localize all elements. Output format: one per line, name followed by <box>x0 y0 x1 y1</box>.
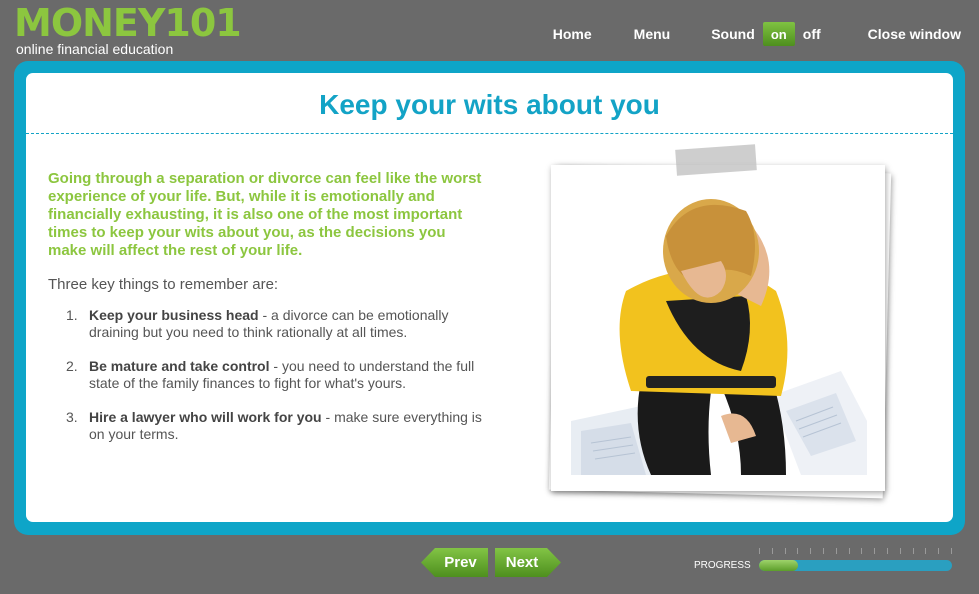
list-item: 1. Keep your business head - a divorce c… <box>66 307 496 341</box>
close-window-link[interactable]: Close window <box>868 26 961 42</box>
progress-ticks <box>759 548 952 555</box>
progress-tick <box>861 548 863 554</box>
photo-card <box>551 165 885 491</box>
list-item-heading: Be mature and take control <box>89 358 270 374</box>
list-number: 3. <box>66 409 78 425</box>
intro-paragraph: Going through a separation or divorce ca… <box>48 170 482 259</box>
prev-button[interactable]: Prev <box>421 548 488 577</box>
progress-fill <box>759 560 798 571</box>
progress-label: PROGRESS <box>694 560 751 571</box>
progress-tick <box>912 548 914 554</box>
list-item-text: Be mature and take control - you need to… <box>89 358 496 392</box>
money101-logo: MONEY101 online financial education <box>14 1 242 56</box>
content-frame: Keep your wits about you Going through a… <box>14 61 965 535</box>
sound-label: Sound <box>711 26 755 42</box>
progress-tick <box>848 548 850 554</box>
woman-stressed-photo <box>571 181 867 475</box>
list-item: 3. Hire a lawyer who will work for you -… <box>66 409 496 443</box>
list-number: 1. <box>66 307 78 323</box>
progress-tick <box>925 548 927 554</box>
key-points-list: 1. Keep your business head - a divorce c… <box>66 307 496 460</box>
progress-tick <box>886 548 888 554</box>
keys-intro: Three key things to remember are: <box>48 276 279 293</box>
progress-tick <box>784 548 786 554</box>
sound-toggle: Sound on off <box>711 22 821 46</box>
list-item-heading: Keep your business head <box>89 307 259 323</box>
progress-tick <box>771 548 773 554</box>
list-item-text: Hire a lawyer who will work for you - ma… <box>89 409 496 443</box>
next-button[interactable]: Next <box>495 548 561 577</box>
progress-tick <box>874 548 876 554</box>
tape-strip <box>675 144 757 176</box>
content-panel: Keep your wits about you Going through a… <box>26 73 953 522</box>
list-item: 2. Be mature and take control - you need… <box>66 358 496 392</box>
menu-link[interactable]: Menu <box>634 26 671 42</box>
list-number: 2. <box>66 358 78 374</box>
progress-tick <box>835 548 837 554</box>
progress-tick <box>899 548 901 554</box>
progress-tick <box>759 548 760 554</box>
logo-wordmark: MONEY101 <box>14 1 242 45</box>
progress-bar <box>759 560 952 571</box>
photo-illustration <box>571 199 867 475</box>
progress-tick <box>950 548 952 554</box>
sound-on-button[interactable]: on <box>762 22 795 46</box>
page-title: Keep your wits about you <box>319 89 660 120</box>
top-navigation: Home Menu Sound on off Close window <box>553 22 961 46</box>
list-item-heading: Hire a lawyer who will work for you <box>89 409 322 425</box>
sound-off-button[interactable]: off <box>803 26 821 42</box>
photo-frame <box>548 144 898 509</box>
title-divider <box>26 133 953 134</box>
progress-tick <box>810 548 812 554</box>
list-item-text: Keep your business head - a divorce can … <box>89 307 496 341</box>
progress-tick <box>822 548 824 554</box>
home-link[interactable]: Home <box>553 26 592 42</box>
progress-tick <box>797 548 799 554</box>
progress-tick <box>938 548 940 554</box>
